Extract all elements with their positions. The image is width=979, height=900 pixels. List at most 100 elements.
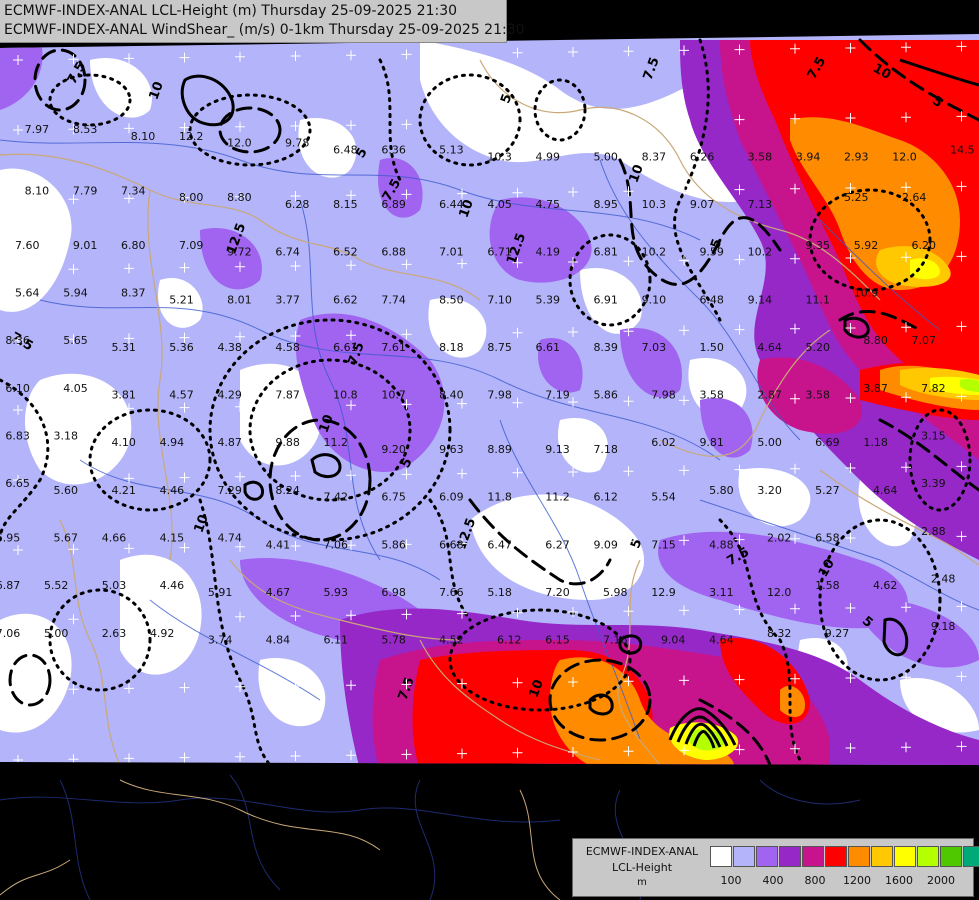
station-value: 7.06 xyxy=(324,538,349,551)
station-value: 6.12 xyxy=(497,634,522,647)
station-value: 5.18 xyxy=(487,586,512,599)
legend-tick-label: 100 xyxy=(720,874,742,887)
station-value: 6.11 xyxy=(324,634,349,647)
station-value: 4.66 xyxy=(102,532,127,545)
station-value: 6.15 xyxy=(545,634,570,647)
station-value: 4.99 xyxy=(536,150,561,163)
station-value: 9.04 xyxy=(661,634,686,647)
station-value: 9.20 xyxy=(381,443,406,456)
station-value: 5.86 xyxy=(381,538,406,551)
station-value: 8.39 xyxy=(593,341,618,354)
legend-swatch xyxy=(894,846,916,867)
station-value: 8.24 xyxy=(275,484,300,497)
station-value: 4.46 xyxy=(160,484,185,497)
station-value: 4.88 xyxy=(709,538,734,551)
station-value: 5.93 xyxy=(324,586,349,599)
station-value: 6.81 xyxy=(593,246,618,259)
station-value: 5.52 xyxy=(44,579,69,592)
station-value: 2.93 xyxy=(844,150,869,163)
legend-tick-label: 2000 xyxy=(927,874,955,887)
station-value: 3.11 xyxy=(709,586,734,599)
station-value: 4.74 xyxy=(217,532,242,545)
station-value: 7.42 xyxy=(324,491,349,504)
station-value: 8.18 xyxy=(439,341,464,354)
legend-unit: m xyxy=(637,877,647,888)
legend-swatch xyxy=(940,846,962,867)
station-value: 4.92 xyxy=(150,627,175,640)
station-value: 6.48 xyxy=(699,293,724,306)
station-value: 12.0 xyxy=(892,150,917,163)
legend-swatch xyxy=(733,846,755,867)
station-value: 6.80 xyxy=(121,239,146,252)
station-value: 2.48 xyxy=(931,572,956,585)
title-box: ECMWF-INDEX-ANAL LCL-Height (m) Thursday… xyxy=(0,0,525,43)
station-value: 3.87 xyxy=(863,382,888,395)
station-value: 8.10 xyxy=(131,130,156,143)
station-value: 6.65 xyxy=(5,477,30,490)
station-value: 7.97 xyxy=(25,123,50,136)
lcl-field: 7.51012.557.51057.51012.5 57.5 1057.51057.… xyxy=(0,34,979,765)
station-value: 7.74 xyxy=(381,293,406,306)
station-value: 8.32 xyxy=(767,627,792,640)
station-value: 11.1 xyxy=(806,293,831,306)
station-value: 6.69 xyxy=(815,436,840,449)
station-value: 9.59 xyxy=(699,246,724,259)
station-value: 10.2 xyxy=(642,246,667,259)
station-value: 2.88 xyxy=(921,525,946,538)
station-value: 6.91 xyxy=(593,293,618,306)
legend-swatch xyxy=(871,846,893,867)
station-value: 12.0 xyxy=(227,137,252,150)
station-value: 4.05 xyxy=(63,382,88,395)
station-value: 5.86 xyxy=(593,389,618,402)
station-value: 9.27 xyxy=(825,627,850,640)
station-value: 7.01 xyxy=(439,246,464,259)
station-value: 3.81 xyxy=(111,389,136,402)
station-value: 4.62 xyxy=(873,579,898,592)
legend-swatch xyxy=(963,846,979,867)
station-value: 9.63 xyxy=(439,443,464,456)
station-value: 5.64 xyxy=(15,287,40,300)
station-value: 9.13 xyxy=(545,443,570,456)
station-value: 3.58 xyxy=(806,389,831,402)
legend-tick-label: 1600 xyxy=(885,874,913,887)
station-value: 8.53 xyxy=(73,123,98,136)
station-value: 3.39 xyxy=(921,477,946,490)
station-value: 5.91 xyxy=(208,586,233,599)
station-value: 8.80 xyxy=(227,191,252,204)
station-value: 1.50 xyxy=(699,341,724,354)
station-value: 6.68 xyxy=(439,538,464,551)
station-value: 9.01 xyxy=(73,239,98,252)
station-value: 4.15 xyxy=(160,532,185,545)
station-value: 10.3 xyxy=(487,150,512,163)
station-value: 5.00 xyxy=(44,627,69,640)
station-value: 7.15 xyxy=(651,538,676,551)
station-value: 11.2 xyxy=(545,491,570,504)
station-value: 4.94 xyxy=(160,436,185,449)
legend-swatch xyxy=(710,846,732,867)
station-value: 7.82 xyxy=(921,382,946,395)
station-value: 6.10 xyxy=(5,382,30,395)
legend-variable: LCL-Height xyxy=(611,861,673,874)
station-value: 6.95 xyxy=(0,532,20,545)
legend-swatch xyxy=(848,846,870,867)
station-value: 7.34 xyxy=(121,184,146,197)
station-value: 9.07 xyxy=(690,198,715,211)
station-value: 8.89 xyxy=(487,443,512,456)
station-value: 6.26 xyxy=(690,150,715,163)
station-value: 6.48 xyxy=(333,144,358,157)
station-value: 5.21 xyxy=(169,293,194,306)
station-value: 7.13 xyxy=(748,198,773,211)
station-value: 8.01 xyxy=(227,293,252,306)
station-value: 5.20 xyxy=(806,341,831,354)
station-value: 12.9 xyxy=(651,586,676,599)
legend-swatch xyxy=(756,846,778,867)
station-value: 4.75 xyxy=(536,198,561,211)
station-value: 9.10 xyxy=(642,293,667,306)
station-value: 2.02 xyxy=(767,532,792,545)
station-value: 6.88 xyxy=(381,246,406,259)
station-value: 6.28 xyxy=(285,198,310,211)
legend-swatch xyxy=(779,846,801,867)
station-value: 6.47 xyxy=(487,538,512,551)
station-value: 4.05 xyxy=(487,198,512,211)
station-value: 3.15 xyxy=(921,429,946,442)
